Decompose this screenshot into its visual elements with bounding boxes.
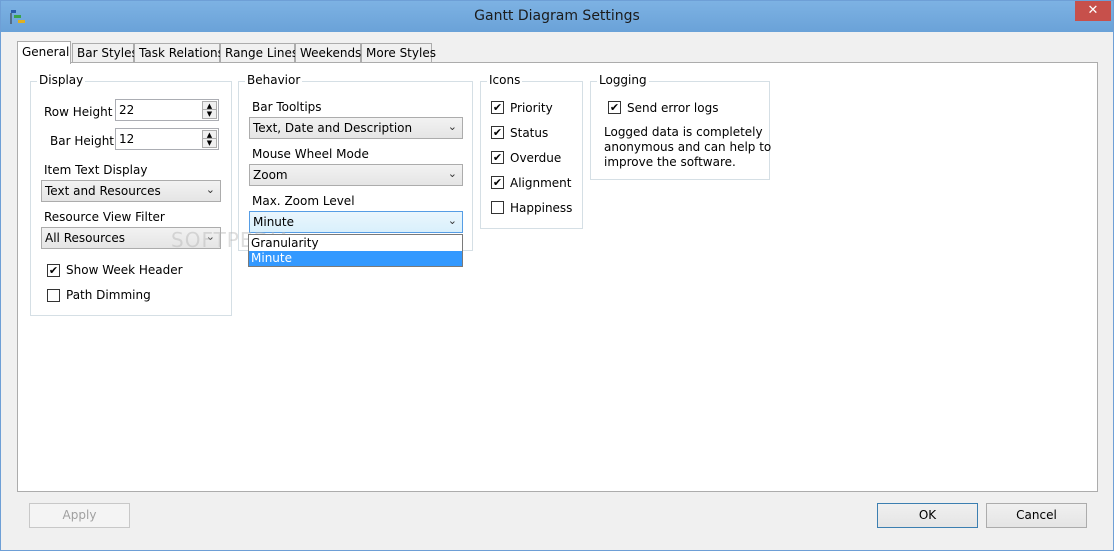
max-zoom-level-dropdown: Granularity Minute	[248, 234, 463, 267]
chevron-down-icon: ⌄	[447, 120, 457, 133]
settings-window: Gantt Diagram Settings ✕ General Bar Sty…	[0, 0, 1114, 551]
logging-note-line: Logged data is completely	[604, 125, 763, 139]
checkmark-icon: ✔	[492, 151, 503, 164]
resource-view-filter-label: Resource View Filter	[44, 210, 165, 224]
item-text-display-label: Item Text Display	[44, 163, 148, 177]
max-zoom-level-label: Max. Zoom Level	[252, 194, 355, 208]
bar-height-stepper[interactable]: 12 ▲ ▼	[115, 128, 219, 150]
row-height-label: Row Height	[44, 105, 113, 119]
happiness-checkbox[interactable]	[491, 201, 504, 214]
tab-general[interactable]: General	[17, 41, 71, 64]
bar-tooltips-label: Bar Tooltips	[252, 100, 322, 114]
status-label: Status	[510, 126, 549, 140]
display-group-title: Display	[37, 73, 86, 87]
mouse-wheel-mode-label: Mouse Wheel Mode	[252, 147, 369, 161]
spin-up-icon[interactable]: ▲	[203, 131, 216, 139]
bar-tooltips-select[interactable]: Text, Date and Description ⌄	[249, 117, 463, 139]
tab-more-styles[interactable]: More Styles	[361, 43, 436, 63]
max-zoom-level-value: Minute	[253, 215, 294, 229]
tab-range-lines[interactable]: Range Lines	[220, 43, 298, 63]
chevron-down-icon: ⌄	[205, 183, 215, 196]
resource-view-filter-value: All Resources	[45, 231, 125, 245]
send-error-logs-label: Send error logs	[627, 101, 719, 115]
spin-down-icon[interactable]: ▼	[203, 110, 216, 118]
bar-height-value: 12	[119, 132, 135, 146]
cancel-button[interactable]: Cancel	[986, 503, 1087, 528]
alignment-label: Alignment	[510, 176, 572, 190]
dropdown-option-minute[interactable]: Minute	[249, 251, 462, 266]
bar-height-label: Bar Height	[50, 134, 115, 148]
show-week-header-label: Show Week Header	[66, 263, 183, 277]
logging-group-title: Logging	[597, 73, 649, 87]
general-tab-page: Display Row Height 22 ▲ ▼ Bar Height 12 …	[17, 62, 1098, 492]
checkmark-icon: ✔	[492, 176, 503, 189]
overdue-checkbox[interactable]: ✔	[491, 151, 504, 164]
icons-group-title: Icons	[487, 73, 523, 87]
happiness-label: Happiness	[510, 201, 573, 215]
close-icon: ✕	[1087, 3, 1099, 18]
logging-note-line: anonymous and can help to	[604, 140, 772, 154]
item-text-display-value: Text and Resources	[45, 184, 161, 198]
checkmark-icon: ✔	[609, 101, 620, 114]
behavior-group-title: Behavior	[245, 73, 303, 87]
status-checkbox[interactable]: ✔	[491, 126, 504, 139]
path-dimming-checkbox[interactable]	[47, 289, 60, 302]
checkmark-icon: ✔	[492, 101, 503, 114]
mouse-wheel-mode-select[interactable]: Zoom ⌄	[249, 164, 463, 186]
checkmark-icon: ✔	[48, 264, 59, 277]
apply-button[interactable]: Apply	[29, 503, 130, 528]
priority-checkbox[interactable]: ✔	[491, 101, 504, 114]
row-height-stepper[interactable]: 22 ▲ ▼	[115, 99, 219, 121]
item-text-display-select[interactable]: Text and Resources ⌄	[41, 180, 221, 202]
priority-label: Priority	[510, 101, 553, 115]
dropdown-option-granularity[interactable]: Granularity	[249, 236, 462, 251]
checkmark-icon: ✔	[492, 126, 503, 139]
spin-up-icon[interactable]: ▲	[203, 102, 216, 110]
chevron-down-icon: ⌄	[447, 214, 457, 227]
tab-weekends[interactable]: Weekends	[295, 43, 361, 63]
send-error-logs-checkbox[interactable]: ✔	[608, 101, 621, 114]
window-title: Gantt Diagram Settings	[474, 8, 640, 24]
close-button[interactable]: ✕	[1075, 1, 1111, 21]
row-height-value: 22	[119, 103, 135, 117]
alignment-checkbox[interactable]: ✔	[491, 176, 504, 189]
mouse-wheel-mode-value: Zoom	[253, 168, 288, 182]
chevron-down-icon: ⌄	[447, 167, 457, 180]
tab-task-relations[interactable]: Task Relations	[134, 43, 224, 63]
bar-tooltips-value: Text, Date and Description	[253, 121, 413, 135]
spin-down-icon[interactable]: ▼	[203, 139, 216, 147]
logging-note: Logged data is completely anonymous and …	[604, 125, 771, 170]
title-bar[interactable]: Gantt Diagram Settings ✕	[1, 1, 1113, 32]
logging-note-line: improve the software.	[604, 155, 736, 169]
tab-bar-styles[interactable]: Bar Styles	[72, 43, 138, 63]
path-dimming-label: Path Dimming	[66, 288, 151, 302]
ok-button[interactable]: OK	[877, 503, 978, 528]
overdue-label: Overdue	[510, 151, 562, 165]
show-week-header-checkbox[interactable]: ✔	[47, 264, 60, 277]
